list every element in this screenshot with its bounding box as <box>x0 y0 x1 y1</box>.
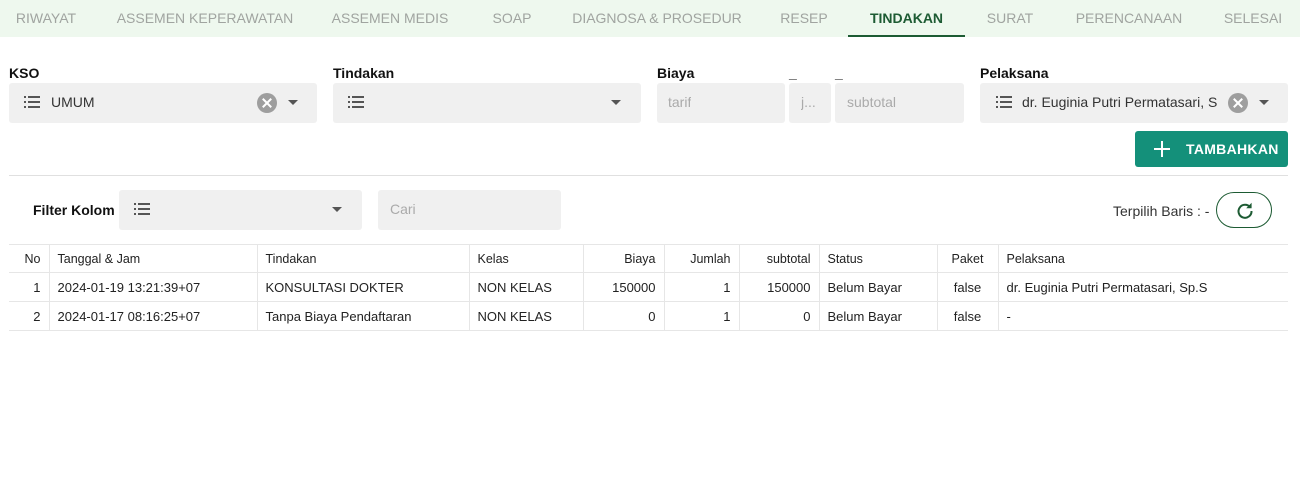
cell-pelaksana: dr. Euginia Putri Permatasari, Sp.S <box>998 272 1288 302</box>
tab-perencanaan[interactable]: PERENCANAAN <box>1062 0 1196 37</box>
list-icon <box>996 95 1012 109</box>
col-header-biaya[interactable]: Biaya <box>583 244 665 273</box>
cell-no: 2 <box>9 301 50 331</box>
cell-jumlah: 1 <box>664 272 740 302</box>
cell-paket: false <box>937 272 999 302</box>
plus-icon <box>1154 141 1170 157</box>
subtotal-input[interactable]: subtotal <box>835 83 964 123</box>
tambahkan-button[interactable]: TAMBAHKAN <box>1135 131 1288 167</box>
cell-kelas: NON KELAS <box>469 301 584 331</box>
tab-surat[interactable]: SURAT <box>973 0 1047 37</box>
tab-selesai[interactable]: SELESAI <box>1210 0 1296 37</box>
cell-status: Belum Bayar <box>819 272 938 302</box>
cell-paket: false <box>937 301 999 331</box>
cell-tanggal: 2024-01-19 13:21:39+07 <box>49 272 258 302</box>
dropdown-arrow-icon[interactable] <box>332 207 342 212</box>
subtotal-placeholder: subtotal <box>847 94 897 110</box>
col-header-paket[interactable]: Paket <box>937 244 999 273</box>
tab-riwayat[interactable]: RIWAYAT <box>0 0 92 37</box>
filter-kolom-label: Filter Kolom <box>33 202 115 218</box>
subtotal-label: _ <box>835 65 843 81</box>
col-header-no[interactable]: No <box>9 244 50 273</box>
dropdown-arrow-icon[interactable] <box>1259 100 1269 105</box>
divider <box>9 175 1288 176</box>
col-header-status[interactable]: Status <box>819 244 938 273</box>
cell-subtotal: 150000 <box>739 272 820 302</box>
cell-kelas: NON KELAS <box>469 272 584 302</box>
biaya-label: Biaya <box>657 65 695 81</box>
selected-rows-label: Terpilih Baris : - <box>1113 203 1210 219</box>
cell-tindakan: KONSULTASI DOKTER <box>257 272 470 302</box>
pelaksana-value: dr. Euginia Putri Permatasari, S <box>1022 94 1218 110</box>
tab-soap[interactable]: SOAP <box>476 0 548 37</box>
pelaksana-label: Pelaksana <box>980 65 1049 81</box>
dropdown-arrow-icon[interactable] <box>611 100 621 105</box>
col-header-tindakan[interactable]: Tindakan <box>257 244 470 273</box>
table-header-row: No Tanggal & Jam Tindakan Kelas Biaya Ju… <box>9 244 1288 273</box>
kso-select[interactable]: UMUM <box>9 83 317 123</box>
tab-tindakan[interactable]: TINDAKAN <box>848 0 965 37</box>
search-input[interactable]: Cari <box>378 190 561 230</box>
jumlah-label: _ <box>789 65 797 81</box>
table-row[interactable]: 1 2024-01-19 13:21:39+07 KONSULTASI DOKT… <box>9 272 1288 302</box>
col-header-jumlah[interactable]: Jumlah <box>664 244 740 273</box>
jumlah-placeholder: j... <box>801 94 816 110</box>
tambahkan-button-label: TAMBAHKAN <box>1186 141 1279 157</box>
cell-subtotal: 0 <box>739 301 820 331</box>
search-placeholder: Cari <box>390 201 416 217</box>
table-row[interactable]: 2 2024-01-17 08:16:25+07 Tanpa Biaya Pen… <box>9 301 1288 331</box>
list-icon <box>24 95 40 109</box>
tab-diagnosa-prosedur[interactable]: DIAGNOSA & PROSEDUR <box>562 0 752 37</box>
tab-assemen-keperawatan[interactable]: ASSEMEN KEPERAWATAN <box>100 0 310 37</box>
tab-bar: RIWAYAT ASSEMEN KEPERAWATAN ASSEMEN MEDI… <box>0 0 1300 37</box>
col-header-pelaksana[interactable]: Pelaksana <box>998 244 1288 273</box>
cell-status: Belum Bayar <box>819 301 938 331</box>
jumlah-input[interactable]: j... <box>789 83 831 123</box>
kso-value: UMUM <box>51 94 95 110</box>
refresh-icon <box>1237 202 1253 219</box>
kso-label: KSO <box>9 65 40 81</box>
tarif-input[interactable]: tarif <box>657 83 785 123</box>
cell-pelaksana: - <box>998 301 1288 331</box>
tindakan-label: Tindakan <box>333 65 395 81</box>
cell-tanggal: 2024-01-17 08:16:25+07 <box>49 301 258 331</box>
clear-icon[interactable] <box>1228 93 1248 113</box>
tab-resep[interactable]: RESEP <box>766 0 842 37</box>
tarif-placeholder: tarif <box>668 94 692 110</box>
col-header-kelas[interactable]: Kelas <box>469 244 584 273</box>
cell-biaya: 150000 <box>583 272 665 302</box>
col-header-subtotal[interactable]: subtotal <box>739 244 820 273</box>
tab-assemen-medis[interactable]: ASSEMEN MEDIS <box>318 0 462 37</box>
col-header-tanggal[interactable]: Tanggal & Jam <box>49 244 258 273</box>
refresh-button[interactable] <box>1216 192 1272 228</box>
cell-jumlah: 1 <box>664 301 740 331</box>
cell-biaya: 0 <box>583 301 665 331</box>
cell-no: 1 <box>9 272 50 302</box>
filter-kolom-select[interactable] <box>119 190 362 230</box>
pelaksana-select[interactable]: dr. Euginia Putri Permatasari, S <box>980 83 1288 123</box>
tindakan-select[interactable] <box>333 83 641 123</box>
dropdown-arrow-icon[interactable] <box>288 100 298 105</box>
cell-tindakan: Tanpa Biaya Pendaftaran <box>257 301 470 331</box>
tindakan-table: No Tanggal & Jam Tindakan Kelas Biaya Ju… <box>9 244 1288 331</box>
list-icon <box>348 95 364 109</box>
list-icon <box>134 202 150 216</box>
clear-icon[interactable] <box>257 93 277 113</box>
